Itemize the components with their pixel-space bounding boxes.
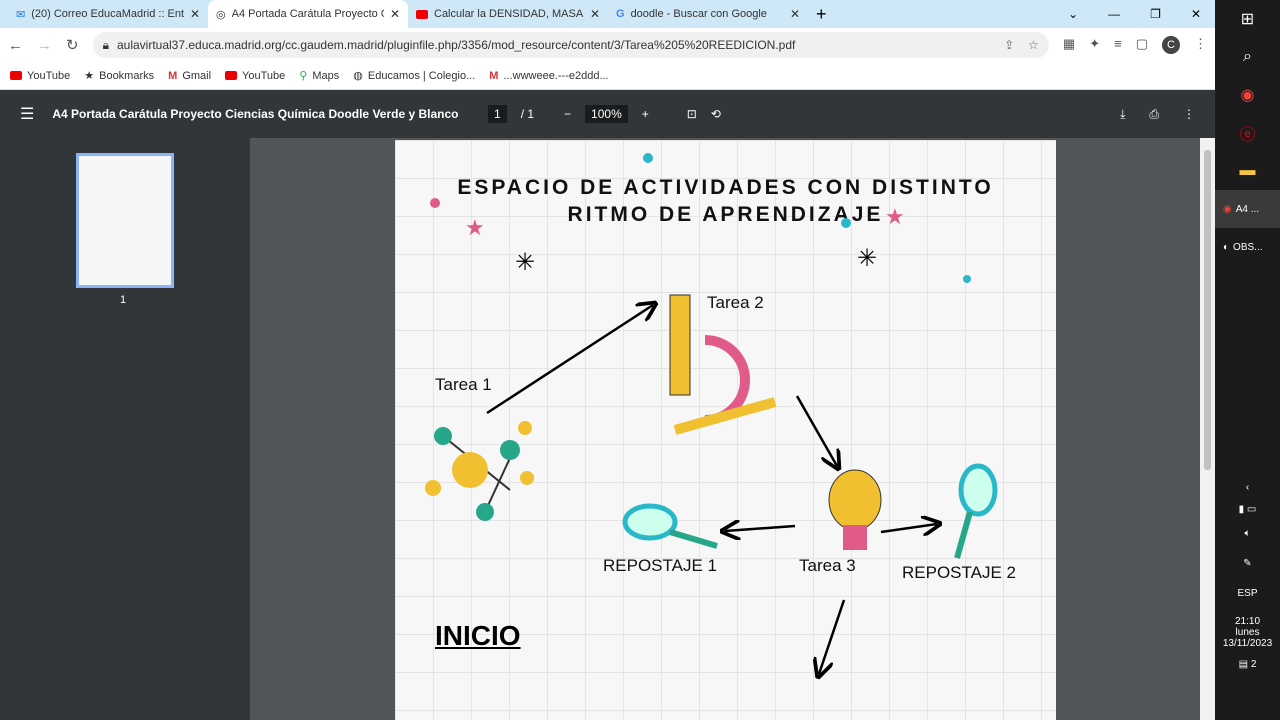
new-tab-button[interactable]: + (816, 4, 827, 25)
download-icon[interactable]: ⤓ (1120, 107, 1125, 122)
label-tarea-1: Tarea 1 (435, 375, 492, 394)
site-icon: ◎ (216, 8, 226, 21)
molecule-icon (425, 421, 534, 521)
microscope-icon (669, 294, 777, 435)
label-tarea-3: Tarea 3 (799, 556, 856, 575)
tab-google[interactable]: Gdoodle - Buscar con Google ✕ (608, 0, 808, 28)
windows-start-icon[interactable]: ⊞ (1215, 0, 1280, 38)
svg-text:✳: ✳ (515, 249, 535, 276)
label-repostaje-2: REPOSTAJE 2 (902, 563, 1016, 582)
reload-icon[interactable]: ↻ (66, 36, 79, 54)
bookmark-educamos[interactable]: ◍ Educamos | Colegio... (353, 69, 475, 83)
browser-window: ✉ (20) Correo EducaMadrid :: Entr ✕ ◎ A4 Po… (0, 0, 1215, 720)
google-icon: G (616, 8, 625, 20)
menu-icon[interactable]: ☰ (20, 104, 34, 124)
scrollbar[interactable] (1200, 138, 1215, 720)
close-icon[interactable]: ✕ (590, 7, 600, 21)
more-icon[interactable]: ⋮ (1183, 107, 1195, 122)
folder-icon[interactable]: ▬ (1215, 152, 1280, 190)
language-indicator[interactable]: ESP (1215, 588, 1280, 616)
svg-text:★: ★ (465, 215, 485, 240)
search-icon[interactable]: ⌕ (1215, 38, 1280, 76)
page-thumbnail[interactable] (76, 153, 174, 288)
tab-bar: ✉ (20) Correo EducaMadrid :: Entr ✕ ◎ A4 Po… (0, 0, 1215, 28)
bookmark-youtube-2[interactable]: YouTube (225, 70, 285, 82)
window-controls[interactable]: ⌄ — ❐ ✕ (1068, 7, 1215, 21)
chrome-icon[interactable]: ◉ (1215, 76, 1280, 114)
label-inicio: INICIO (435, 620, 521, 651)
pdf-toolbar: ☰ A4 Portada Carátula Proyecto Ciencias … (0, 90, 1215, 138)
bookmark-gmail-2[interactable]: M ...wwweee.---e2ddd... (489, 70, 608, 82)
taskbar: ⊞ ⌕ ◉ ⓔ ▬ ◉ A4 ... ◐ OBS... ‹ ▮ ▭ 🔈︎ ✎ ESP… (1215, 0, 1280, 720)
page-input[interactable]: 1 (488, 105, 507, 123)
bookmark-bookmarks[interactable]: ★ Bookmarks (84, 69, 154, 83)
rotate-icon[interactable]: ⟲ (711, 107, 721, 121)
share-icon[interactable]: ⇪ (1004, 38, 1014, 52)
bookmark-gmail[interactable]: M Gmail (168, 70, 211, 82)
edge-e-icon[interactable]: ⓔ (1215, 114, 1280, 152)
tab-correo[interactable]: ✉ (20) Correo EducaMadrid :: Entr ✕ (8, 0, 208, 28)
bookmark-youtube[interactable]: YouTube (10, 70, 70, 82)
taskbar-app-obs[interactable]: ◐ OBS... (1215, 228, 1280, 266)
zoom-in-icon[interactable]: + (642, 107, 649, 121)
url-input[interactable]: 🔒︎ aulavirtual37.educa.madrid.org/cc.gaud… (92, 32, 1049, 58)
lock-icon: 🔒︎ (102, 37, 109, 52)
volume-icon[interactable]: 🔈︎ (1215, 528, 1280, 558)
close-icon[interactable]: ✕ (790, 7, 800, 21)
taskbar-app-chrome[interactable]: ◉ A4 ... (1215, 190, 1280, 228)
thumbnail-sidebar: 1 (0, 138, 250, 720)
zoom-out-icon[interactable]: − (564, 107, 571, 121)
pen-icon[interactable]: ✎ (1215, 558, 1280, 588)
tab-pdf[interactable]: ◎ A4 Portada Carátula Proyecto C ✕ (208, 0, 408, 28)
close-icon[interactable]: ✕ (190, 7, 200, 21)
pdf-title: A4 Portada Carátula Proyecto Ciencias Qu… (52, 107, 459, 121)
label-repostaje-1: REPOSTAJE 1 (603, 556, 717, 575)
close-icon[interactable]: ✕ (390, 7, 400, 21)
svg-text:✳: ✳ (857, 245, 877, 272)
zoom-input[interactable]: 100% (585, 105, 628, 123)
print-icon[interactable]: ⎙ (1149, 107, 1159, 122)
bookmark-maps[interactable]: ⚲ Maps (299, 69, 339, 83)
magnifier-icon (622, 463, 998, 559)
clock[interactable]: 21:10 lunes 13/11/2023 (1215, 616, 1280, 649)
label-tarea-2: Tarea 2 (707, 293, 764, 312)
pdf-page: ESPACIO DE ACTIVIDADES CON DISTINTO RITMO… (395, 140, 1056, 720)
youtube-icon (416, 9, 428, 19)
address-bar: ← → ↻ 🔒︎ aulavirtual37.educa.madrid.org/cc.… (0, 28, 1215, 62)
bookmarks-bar: YouTube ★ Bookmarks M Gmail YouTube ⚲ Maps … (0, 62, 1215, 90)
forward-icon[interactable]: → (37, 37, 52, 54)
chevron-left-icon[interactable]: ‹ (1215, 482, 1280, 504)
lightbulb-icon (828, 469, 882, 550)
extensions-icons[interactable]: ▦ ✦ ≡ ▢ C ⋮ (1063, 36, 1207, 54)
back-icon[interactable]: ← (8, 37, 23, 54)
notifications-icon[interactable]: ▤ 2 (1215, 659, 1280, 670)
fit-page-icon[interactable]: ⊡ (687, 107, 697, 121)
svg-text:★: ★ (885, 204, 905, 229)
mail-icon: ✉ (16, 8, 26, 21)
star-icon[interactable]: ☆ (1028, 38, 1039, 52)
tray-icons[interactable]: ▮ ▭ (1215, 504, 1280, 528)
tab-youtube[interactable]: Calcular la DENSIDAD, MASA y ✕ (408, 0, 608, 28)
